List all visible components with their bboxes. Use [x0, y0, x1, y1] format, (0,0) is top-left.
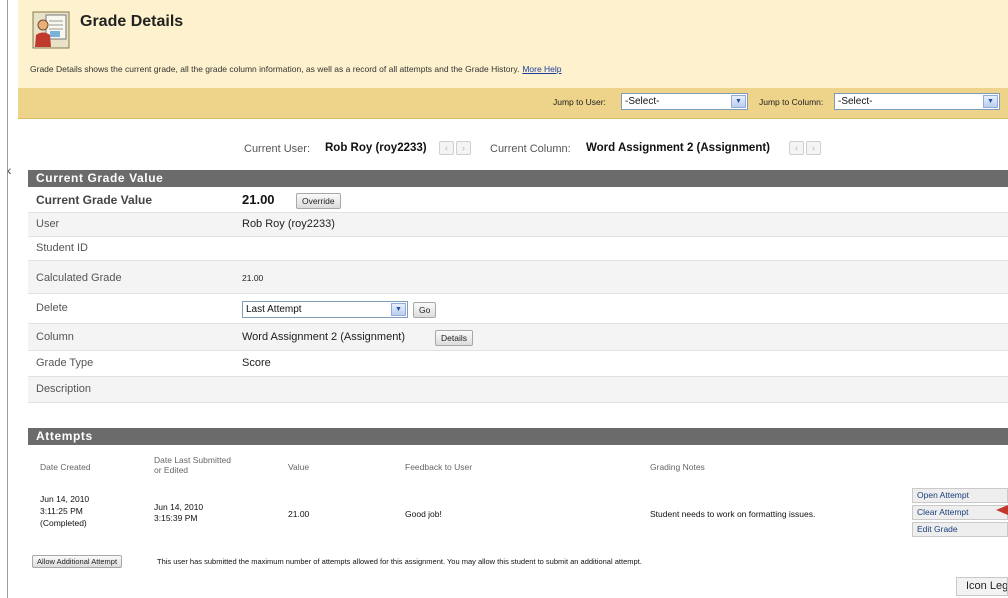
delete-row: Delete Last Attempt ▼ Go — [28, 294, 1008, 324]
attempt-value: 21.00 — [288, 509, 310, 519]
left-frame-edge — [0, 0, 8, 598]
go-button[interactable]: Go — [413, 302, 437, 318]
date-created-header: Date Created — [40, 462, 91, 472]
more-help-link[interactable]: More Help — [522, 64, 561, 74]
attempt-feedback: Good job! — [405, 509, 442, 519]
previous-user-icon[interactable]: ‹ — [439, 141, 454, 155]
grade-details-page: Grade Details Grade Details shows the cu… — [18, 0, 1008, 598]
value-header: Value — [288, 462, 310, 472]
jump-to-user-select[interactable]: -Select- ▼ — [621, 93, 748, 110]
next-column-icon[interactable]: › — [806, 141, 821, 155]
grading-notes-header: Grading Notes — [650, 462, 705, 472]
allow-additional-attempt-button[interactable]: Allow Additional Attempt — [32, 555, 123, 568]
attempts-section-header: Attempts — [28, 428, 1008, 445]
delete-attempt-select[interactable]: Last Attempt ▼ — [242, 301, 408, 318]
student-id-row: Student ID — [28, 237, 1008, 261]
clear-attempt-button[interactable]: Clear Attempt — [912, 505, 1008, 520]
jump-bar: Jump to User: -Select- ▼ Jump to Column:… — [18, 88, 1008, 119]
student-id-label: Student ID — [36, 242, 88, 254]
jump-to-column-select[interactable]: -Select- ▼ — [834, 93, 1000, 110]
icon-legend-button[interactable]: Icon Legend — [956, 577, 1008, 596]
calculated-grade-value: 21.00 — [242, 273, 264, 283]
column-value: Word Assignment 2 (Assignment) — [242, 331, 406, 343]
grade-type-value: Score — [242, 357, 271, 369]
delete-label: Delete — [36, 302, 68, 314]
current-column-label: Current Column: — [490, 143, 571, 155]
current-grade-row: Current Grade Value 21.00 Override — [28, 187, 1008, 213]
column-details-button[interactable]: Details — [435, 330, 473, 346]
current-user-value: Rob Roy (roy2233) — [325, 142, 427, 154]
jump-to-user-value: -Select- — [625, 96, 660, 107]
page-description: Grade Details shows the current grade, a… — [30, 64, 562, 74]
attempt-grading-notes: Student needs to work on formatting issu… — [650, 509, 816, 519]
grade-type-row: Grade Type Score — [28, 351, 1008, 377]
chevron-down-icon[interactable]: ▼ — [731, 95, 746, 108]
description-text: Grade Details shows the current grade, a… — [30, 64, 520, 74]
feedback-header: Feedback to User — [405, 462, 473, 472]
grade-details-icon — [32, 11, 70, 49]
previous-column-icon[interactable]: ‹ — [789, 141, 804, 155]
next-user-icon[interactable]: › — [456, 141, 471, 155]
page-header: Grade Details Grade Details shows the cu… — [18, 0, 1008, 89]
user-label: User — [36, 218, 60, 230]
open-attempt-button[interactable]: Open Attempt — [912, 488, 1008, 503]
user-row: User Rob Roy (roy2233) — [28, 213, 1008, 237]
current-grade-value: 21.00 — [242, 192, 275, 207]
date-submitted-time: 3:15:39 PM — [154, 513, 198, 523]
grade-type-label: Grade Type — [36, 357, 94, 369]
date-created-time: 3:11:25 PM — [40, 506, 83, 516]
description-label: Description — [36, 383, 92, 395]
page-title: Grade Details — [80, 13, 184, 30]
override-button[interactable]: Override — [296, 193, 341, 209]
date-last-edited-header: or Edited — [154, 465, 189, 475]
jump-to-column-value: -Select- — [838, 96, 873, 107]
allow-attempt-message: This user has submitted the maximum numb… — [157, 557, 642, 566]
current-grade-label: Current Grade Value — [36, 193, 153, 207]
current-grade-section-header: Current Grade Value — [28, 170, 1008, 187]
column-row: Column Word Assignment 2 (Assignment) De… — [28, 324, 1008, 351]
calculated-grade-label: Calculated Grade — [36, 272, 122, 284]
jump-to-user-label: Jump to User: — [553, 97, 606, 107]
user-value: Rob Roy (roy2233) — [242, 218, 335, 230]
pointer-arrow-icon — [996, 505, 1008, 515]
date-created-date: Jun 14, 2010 — [40, 494, 90, 504]
date-submitted-date: Jun 14, 2010 — [154, 502, 204, 512]
collapse-menu-icon[interactable]: ‹ — [7, 162, 12, 178]
chevron-down-icon[interactable]: ▼ — [391, 303, 406, 316]
calculated-grade-row: Calculated Grade 21.00 — [28, 261, 1008, 294]
current-column-value: Word Assignment 2 (Assignment) — [586, 142, 771, 154]
chevron-down-icon[interactable]: ▼ — [983, 95, 998, 108]
description-row: Description — [28, 377, 1008, 403]
delete-attempt-value: Last Attempt — [246, 304, 302, 315]
jump-to-column-label: Jump to Column: — [759, 97, 824, 107]
current-user-label: Current User: — [244, 143, 311, 155]
edit-grade-button[interactable]: Edit Grade — [912, 522, 1008, 537]
current-user-column-nav: Current User: Rob Roy (roy2233) ‹ › Curr… — [18, 140, 1008, 160]
attempt-status: (Completed) — [40, 518, 87, 528]
date-last-submitted-header: Date Last Submitted — [154, 455, 232, 465]
column-label: Column — [36, 331, 74, 343]
